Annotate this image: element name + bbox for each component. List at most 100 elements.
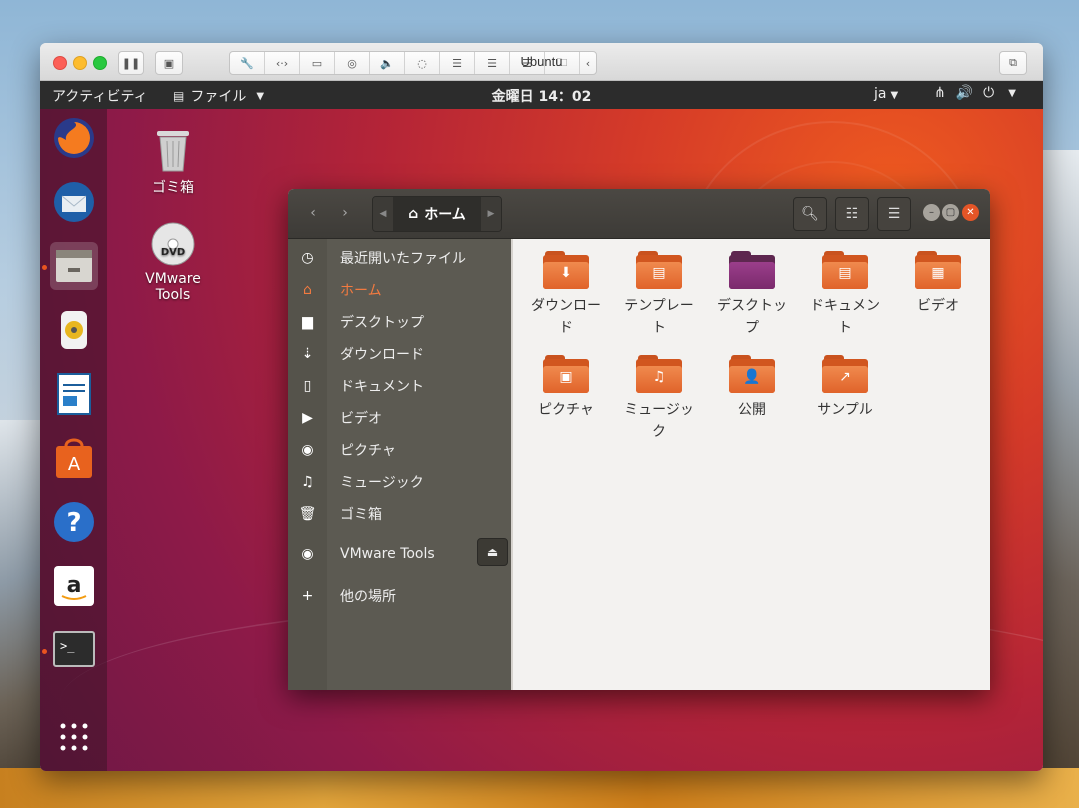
sidebar-item-label: VMware Tools xyxy=(340,546,435,562)
dock-thunderbird[interactable] xyxy=(50,178,98,226)
sidebar-item-other-locations[interactable]: + 他の場所 xyxy=(288,580,511,612)
dock-help[interactable]: ? xyxy=(50,498,98,546)
folder-label-cont: ク xyxy=(652,424,666,440)
files-icon xyxy=(56,250,92,282)
sidebar-item-trash[interactable]: 🗑 ゴミ箱 xyxy=(288,498,511,530)
folder-item-templates[interactable]: ▤ テンプレー ト xyxy=(613,239,705,339)
amazon-icon: a xyxy=(54,566,94,606)
folder-item-music[interactable]: ♫ ミュージッ ク xyxy=(613,343,705,443)
document-icon: ▤ xyxy=(838,265,852,281)
list-view-icon: ☷ xyxy=(845,206,859,222)
desktop-trash[interactable]: ゴミ箱 xyxy=(133,127,213,197)
dock-writer[interactable] xyxy=(50,370,98,418)
vm-window: ❚❚ ▣ 🔧 ‹·› ▭ ◎ 🔈 ◌ ☰ ☰ ☰ 🗀 ‹ Ubuntu ⧉ アク… xyxy=(40,43,1043,771)
caret-down-icon: ▼ xyxy=(256,90,265,102)
folder-item-videos[interactable]: ▦ ビデオ xyxy=(892,239,984,317)
power-icon: ⏻ xyxy=(983,85,995,101)
sidebar-item-label: ゴミ箱 xyxy=(340,507,382,523)
caret-down-icon: ▼ xyxy=(890,90,899,101)
files-minimize-button[interactable]: – xyxy=(923,204,940,221)
dock-software[interactable]: A xyxy=(50,434,98,482)
folder-icon: ▦ xyxy=(915,251,961,289)
path-scroll-left[interactable]: ◀ xyxy=(373,197,393,231)
folder-item-downloads[interactable]: ⬇ ダウンロー ド xyxy=(520,239,612,339)
files-app-icon: ▤ xyxy=(173,89,185,103)
folder-item-pictures[interactable]: ▣ ピクチャ xyxy=(520,343,612,421)
forward-button[interactable]: › xyxy=(330,197,360,229)
sidebar-item-downloads[interactable]: ⇣ ダウンロード xyxy=(288,338,511,370)
video-icon: ▶ xyxy=(302,410,313,426)
activities-button[interactable]: アクティビティ xyxy=(52,86,148,106)
files-maximize-button[interactable]: ▢ xyxy=(942,204,959,221)
menu-button[interactable]: ☰ xyxy=(877,197,911,231)
terminal-icon: >_ xyxy=(53,631,95,667)
search-button[interactable]: 🔍︎ xyxy=(793,197,827,231)
chevron-left-icon: ‹ xyxy=(310,205,316,221)
files-close-button[interactable]: ✕ xyxy=(962,204,979,221)
dock-files[interactable] xyxy=(50,242,98,290)
sidebar-item-desktop[interactable]: ▆ デスクトップ xyxy=(288,306,511,338)
dock-firefox[interactable] xyxy=(50,114,98,162)
volume-icon: 🔊 xyxy=(955,85,974,101)
writer-icon xyxy=(57,373,91,415)
folder-item-examples[interactable]: ↗ サンプル xyxy=(799,343,891,421)
sidebar-item-recent[interactable]: ◷ 最近開いたファイル xyxy=(288,242,511,274)
software-icon: A xyxy=(56,438,92,478)
desktop-vmware-label-2: Tools xyxy=(155,287,191,303)
sidebar-item-music[interactable]: ♫ ミュージック xyxy=(288,466,511,498)
app-menu[interactable]: ▤ ファイル ▼ xyxy=(173,86,264,106)
folder-item-documents[interactable]: ▤ ドキュメン ト xyxy=(799,239,891,339)
sidebar-item-home[interactable]: ⌂ ホーム xyxy=(288,274,511,306)
folder-icon: ▤ xyxy=(822,251,868,289)
template-icon: ▤ xyxy=(652,265,666,281)
view-toggle-button[interactable]: ☷ xyxy=(835,197,869,231)
svg-text:DVD: DVD xyxy=(161,247,185,258)
files-headerbar: ‹ › ◀ ⌂ ホーム ▶ 🔍︎ ☷ ☰ – ▢ ✕ xyxy=(288,189,990,239)
thunderbird-icon xyxy=(54,182,94,222)
ubuntu-desktop: アクティビティ ▤ ファイル ▼ 金曜日 14：02 ja▼ ⋔ 🔊 ⏻ ▼ xyxy=(40,81,1043,771)
network-icon: ⋔ xyxy=(934,85,946,101)
folder-item-public[interactable]: 👤 公開 xyxy=(706,343,798,421)
show-applications-button[interactable] xyxy=(50,713,98,761)
back-button[interactable]: ‹ xyxy=(298,197,328,229)
sidebar-item-label: 最近開いたファイル xyxy=(340,251,466,267)
eject-button[interactable]: ⏏ xyxy=(477,538,508,566)
dock-amazon[interactable]: a xyxy=(50,562,98,610)
desktop-vmware-tools[interactable]: DVD VMware Tools xyxy=(133,221,213,303)
path-crumb-home[interactable]: ⌂ ホーム xyxy=(393,197,481,231)
folder-label: ミュージッ xyxy=(624,402,694,418)
sidebar-item-pictures[interactable]: ◉ ピクチャ xyxy=(288,434,511,466)
input-method-menu[interactable]: ja ▼ xyxy=(874,86,898,102)
hamburger-icon: ☰ xyxy=(887,206,901,222)
svg-text:a: a xyxy=(67,573,82,598)
document-icon: ▯ xyxy=(303,378,312,394)
sidebar-item-documents[interactable]: ▯ ドキュメント xyxy=(288,370,511,402)
sidebar-item-videos[interactable]: ▶ ビデオ xyxy=(288,402,511,434)
home-icon: ⌂ xyxy=(303,282,312,298)
svg-text:A: A xyxy=(68,454,81,475)
sidebar-item-label: ミュージック xyxy=(340,475,424,491)
dock-rhythmbox[interactable] xyxy=(50,306,98,354)
folder-label: ビデオ xyxy=(917,298,959,314)
sidebar-item-label: 他の場所 xyxy=(340,589,396,605)
path-scroll-right[interactable]: ▶ xyxy=(481,197,501,231)
eject-icon: ⏏ xyxy=(486,545,499,559)
sidebar-item-vmware-tools[interactable]: ◉ VMware Tools ⏏ xyxy=(288,538,511,570)
running-indicator xyxy=(42,649,47,654)
dock-terminal[interactable]: >_ xyxy=(50,626,98,674)
folder-icon: ▣ xyxy=(543,355,589,393)
unity-button[interactable]: ⧉ xyxy=(999,51,1027,75)
clock-icon: ◷ xyxy=(301,250,314,266)
system-tray[interactable]: ⋔ 🔊 ⏻ ▼ xyxy=(934,85,1016,101)
folder-label: ダウンロー xyxy=(531,298,601,314)
home-icon: ⌂ xyxy=(408,206,419,222)
places-sidebar: ◷ 最近開いたファイル ⌂ ホーム ▆ デスクトップ ⇣ ダウンロード ▯ ドキ… xyxy=(288,239,511,690)
desktop-background-bottom xyxy=(0,768,1079,808)
files-window: ‹ › ◀ ⌂ ホーム ▶ 🔍︎ ☷ ☰ – ▢ ✕ ◷ 最近開いたファイル ⌂… xyxy=(288,189,990,690)
folder-item-desktop[interactable]: デスクトッ プ xyxy=(706,239,798,339)
desktop-trash-label: ゴミ箱 xyxy=(152,180,194,196)
sidebar-item-label: ホーム xyxy=(340,283,382,299)
person-icon: 👤 xyxy=(743,369,761,385)
folder-label-cont: ト xyxy=(838,320,852,336)
svg-text:>_: >_ xyxy=(60,639,75,653)
